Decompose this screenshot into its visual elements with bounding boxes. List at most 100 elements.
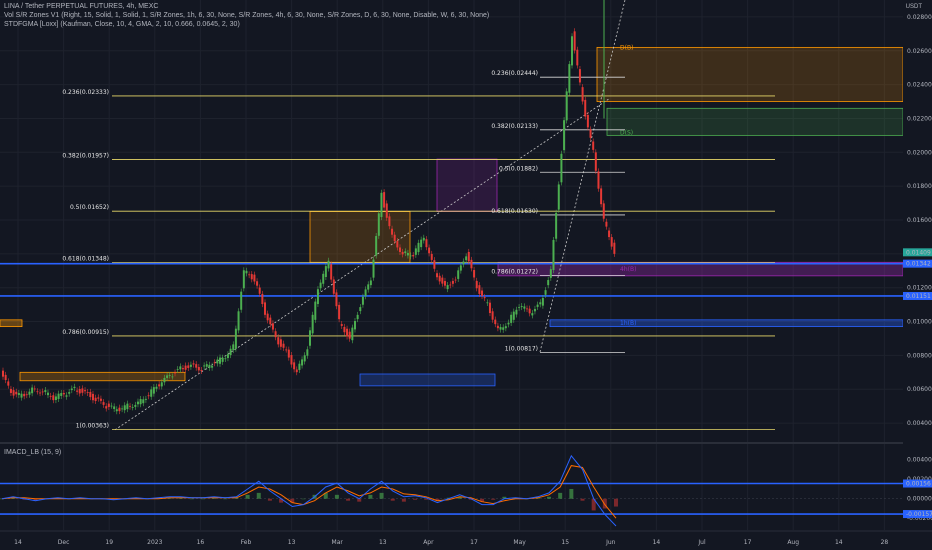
candle-body (457, 270, 460, 279)
candle-body (76, 390, 79, 392)
candle-body (367, 284, 370, 290)
candle-body (491, 311, 494, 320)
candle-body (478, 285, 481, 294)
candle-body (584, 99, 587, 117)
macd-histogram-bar (390, 498, 395, 501)
candle-body (473, 270, 476, 278)
candle-body (147, 395, 150, 397)
candle-body (552, 240, 555, 271)
candle-body (409, 255, 412, 257)
candle-body (536, 304, 539, 307)
candle-body (433, 260, 436, 269)
candle-body (483, 297, 486, 299)
candle-body (512, 311, 515, 320)
indicator-legend-1[interactable]: Vol S/R Zones V1 (Right, 15, Solid, 1, S… (4, 11, 489, 20)
price-tick-label: 0.02000 (907, 149, 932, 156)
candle-body (285, 349, 288, 351)
candle-body (428, 247, 431, 254)
candle-body (324, 266, 327, 278)
time-tick-label: 14 (653, 539, 661, 546)
candle-body (496, 325, 499, 329)
candle-body (600, 188, 603, 205)
candle-body (245, 270, 248, 274)
candle-body (568, 64, 571, 93)
macd-histogram-bar (334, 494, 339, 499)
candle-body (549, 269, 552, 278)
candle-body (388, 216, 391, 227)
candle-body (372, 259, 375, 278)
candle-body (531, 313, 534, 316)
macd-histogram-bar (189, 498, 194, 500)
candle-body (406, 252, 409, 256)
candle-body (229, 348, 232, 356)
price-tick-label: 0.00600 (907, 386, 932, 393)
candle-body (470, 259, 473, 269)
macd-level-label: -0.00157 (906, 511, 932, 518)
price-tick-label: 0.02200 (907, 115, 932, 122)
candle-body (17, 393, 20, 396)
candle-body (597, 171, 600, 189)
candle-body (425, 239, 428, 248)
sr-price-label: 0.01342 (906, 261, 931, 268)
macd-histogram-bar (558, 492, 563, 499)
candle-body (174, 372, 177, 374)
candle-body (295, 369, 298, 373)
candle-body (523, 306, 526, 309)
candle-body (544, 290, 547, 295)
price-tick-label: 0.02800 (907, 14, 932, 21)
candle-body (338, 304, 341, 320)
candle-body (115, 409, 118, 412)
candle-body (23, 393, 26, 397)
candle-body (65, 395, 68, 397)
lower-pane-legend: IMACD_LB (15, 9) (4, 448, 61, 457)
macd-histogram-bar (200, 498, 205, 500)
candle-body (539, 302, 542, 305)
time-tick-label: 14 (835, 539, 843, 546)
candle-body (91, 393, 94, 401)
fib-label-right: 1(0.00817) (505, 346, 538, 353)
candle-body (311, 314, 314, 334)
macd-histogram-bar (547, 496, 552, 499)
candle-body (54, 396, 57, 401)
candle-body (560, 153, 563, 183)
time-tick-label: Dec (58, 539, 70, 546)
candle-body (73, 386, 76, 388)
candle-body (70, 388, 73, 391)
candle-body (2, 370, 4, 377)
time-tick-label: Feb (241, 539, 252, 546)
indicator-legend-2[interactable]: STDFGMA [Loxx] (Kaufman, Close, 10, 4, G… (4, 20, 489, 29)
current-price-label: 0.01409 (906, 249, 931, 256)
macd-pane-title[interactable]: IMACD_LB (15, 9) (4, 448, 61, 457)
candle-body (459, 265, 462, 271)
zone-label-1h: 1h(B) (620, 320, 636, 327)
candle-body (396, 241, 399, 248)
candle-body (353, 320, 356, 330)
macd-level-label: 0.00156 (906, 481, 931, 488)
candle-body (105, 406, 108, 409)
chart-canvas[interactable]: D(B) D(S) 4h(B) 1h(B) 0.236(0.02333) 0.382(0.… (0, 0, 932, 550)
candle-body (221, 357, 224, 362)
candle-body (417, 242, 420, 253)
candle-body (361, 296, 364, 305)
candle-body (131, 406, 134, 408)
candle-body (510, 314, 513, 323)
fib-label-right: 0.5(0.01882) (499, 165, 538, 172)
candle-body (126, 403, 129, 410)
candle-body (242, 270, 245, 289)
candle-body (290, 355, 293, 365)
candle-body (187, 365, 190, 368)
candle-body (168, 375, 171, 376)
candle-body (430, 253, 433, 260)
candle-body (57, 393, 60, 399)
zone-daily-sell (596, 46, 904, 102)
price-tick-label: 0.02400 (907, 82, 932, 89)
candle-body (240, 291, 243, 310)
candle-body (192, 363, 195, 365)
candle-body (499, 327, 502, 330)
candle-body (319, 282, 322, 289)
candle-body (528, 308, 531, 314)
symbol-title[interactable]: LINA / Tether PERPETUAL FUTURES, 4h, MEX… (4, 2, 489, 11)
candle-body (462, 261, 465, 265)
candle-body (179, 366, 182, 370)
candle-body (475, 280, 478, 289)
